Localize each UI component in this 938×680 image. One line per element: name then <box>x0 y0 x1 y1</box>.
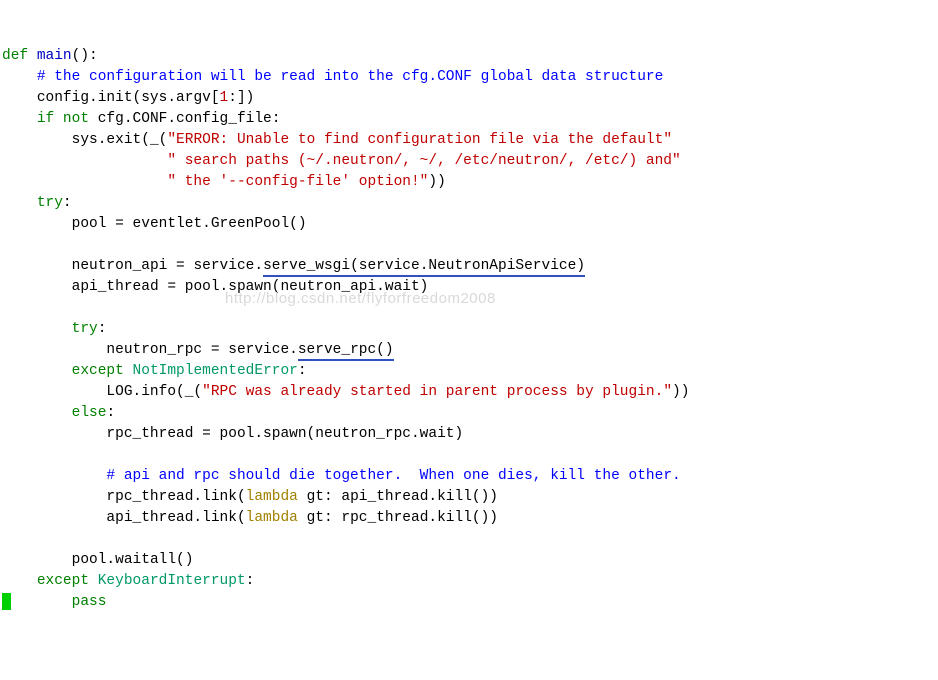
txt: : <box>298 363 307 379</box>
kw-except2: except <box>37 573 89 589</box>
kw-else: else <box>72 405 107 421</box>
txt: )) <box>672 384 689 400</box>
txt: config.init(sys.argv[ <box>37 90 220 106</box>
txt: api_thread.link( <box>106 510 245 526</box>
txt: LOG.info(_( <box>106 384 202 400</box>
txt: gt: rpc_thread.kill()) <box>298 510 498 526</box>
str-rpc: "RPC was already started in parent proce… <box>202 384 672 400</box>
txt: :]) <box>228 90 254 106</box>
code-editor[interactable]: http://blog.csdn.net/flyforfreedom2008 d… <box>0 0 938 680</box>
str-err2: " search paths (~/.neutron/, ~/, /etc/ne… <box>167 153 680 169</box>
ul-serve-wsgi: serve_wsgi(service.NeutronApiService) <box>263 258 585 277</box>
txt: rpc_thread.link( <box>106 489 245 505</box>
txt: (): <box>72 48 98 64</box>
txt: pool.waitall() <box>72 552 194 568</box>
txt: cfg.CONF.config_file: <box>98 111 281 127</box>
ul-serve-rpc: serve_rpc() <box>298 342 394 361</box>
kw-try1: try <box>37 195 63 211</box>
txt: api_thread = pool.spawn(neutron_api.wait… <box>72 279 429 295</box>
txt: pool = eventlet.GreenPool() <box>72 216 307 232</box>
str-err3: " the '--config-file' option!" <box>167 174 428 190</box>
txt: gt: api_thread.kill()) <box>298 489 498 505</box>
kw-if: if <box>37 111 54 127</box>
txt: neutron_api = service. <box>72 258 263 274</box>
kw-except1: except <box>72 363 124 379</box>
txt: neutron_rpc = service. <box>106 342 297 358</box>
txt: : <box>246 573 255 589</box>
txt: )) <box>428 174 445 190</box>
txt: sys.exit(_( <box>72 132 168 148</box>
txt: : <box>98 321 107 337</box>
exc-nie: NotImplementedError <box>133 363 298 379</box>
kw-not: not <box>63 111 89 127</box>
txt: rpc_thread = pool.spawn(neutron_rpc.wait… <box>106 426 463 442</box>
kw-lambda2: lambda <box>246 510 298 526</box>
str-err1: "ERROR: Unable to find configuration fil… <box>167 132 672 148</box>
kw-pass: pass <box>72 594 107 610</box>
comment-die: # api and rpc should die together. When … <box>106 468 680 484</box>
txt: : <box>106 405 115 421</box>
kw-def: def <box>2 48 28 64</box>
fn-main: main <box>37 48 72 64</box>
cursor <box>2 593 11 610</box>
kw-try2: try <box>72 321 98 337</box>
kw-lambda1: lambda <box>246 489 298 505</box>
comment-config: # the configuration will be read into th… <box>37 69 664 85</box>
txt: : <box>63 195 72 211</box>
exc-ki: KeyboardInterrupt <box>98 573 246 589</box>
num-1: 1 <box>220 90 229 106</box>
